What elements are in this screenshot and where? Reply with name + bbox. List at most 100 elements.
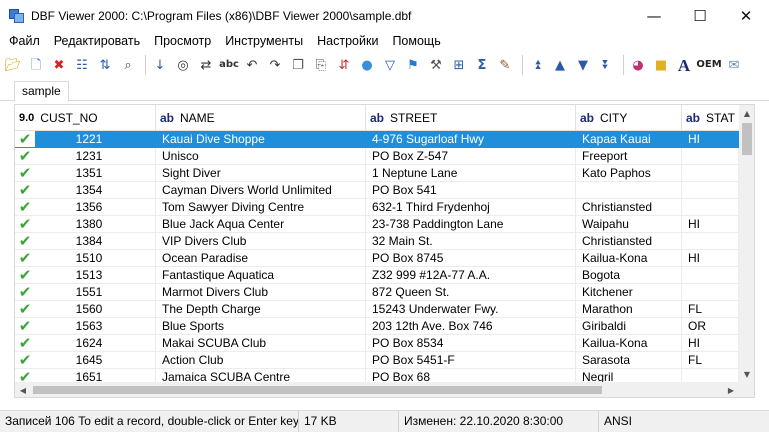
- cell-street[interactable]: 23-738 Paddington Lane: [366, 216, 576, 233]
- cell-street[interactable]: 872 Queen St.: [366, 284, 576, 301]
- menu-tools[interactable]: Инструменты: [218, 31, 310, 51]
- redo-icon[interactable]: ↷: [265, 54, 285, 76]
- cell-cust-no[interactable]: 1231: [35, 148, 156, 165]
- table-row[interactable]: ✔ 1563 Blue Sports 203 12th Ave. Box 746 Gir…: [15, 318, 739, 335]
- goto-icon[interactable]: ↓: [150, 54, 170, 76]
- cell-name[interactable]: Blue Jack Aqua Center: [156, 216, 366, 233]
- cell-city[interactable]: Kato Paphos: [576, 165, 682, 182]
- row-status-cell[interactable]: ✔: [15, 284, 35, 301]
- table-row[interactable]: ✔ 1354 Cayman Divers World Unlimited PO Box…: [15, 182, 739, 199]
- cell-cust-no[interactable]: 1384: [35, 233, 156, 250]
- structure-icon[interactable]: ☷: [72, 54, 92, 76]
- cell-city[interactable]: Kapaa Kauai: [576, 131, 682, 148]
- cell-city[interactable]: Freeport: [576, 148, 682, 165]
- cell-street[interactable]: PO Box 5451-F: [366, 352, 576, 369]
- table-row[interactable]: ✔ 1645 Action Club PO Box 5451-F Sarasota FL: [15, 352, 739, 369]
- table-row[interactable]: ✔ 1221 Kauai Dive Shoppe 4-976 Sugarloaf Hw…: [15, 131, 739, 148]
- menu-file[interactable]: Файл: [2, 31, 47, 51]
- cell-name[interactable]: Kauai Dive Shoppe: [156, 131, 366, 148]
- cell-state[interactable]: [682, 284, 739, 301]
- horizontal-scrollbar[interactable]: ◀ ▶: [15, 382, 739, 397]
- search-binoculars-icon[interactable]: ◎: [173, 54, 193, 76]
- cell-street[interactable]: 203 12th Ave. Box 746: [366, 318, 576, 335]
- cell-cust-no[interactable]: 1560: [35, 301, 156, 318]
- vertical-scrollbar[interactable]: ▲ ▼: [739, 105, 754, 382]
- highlight-icon[interactable]: ■: [651, 54, 671, 76]
- cell-name[interactable]: Fantastique Aquatica: [156, 267, 366, 284]
- cell-street[interactable]: 32 Main St.: [366, 233, 576, 250]
- cell-city[interactable]: Christiansted: [576, 199, 682, 216]
- row-status-cell[interactable]: ✔: [15, 318, 35, 335]
- cell-street[interactable]: 15243 Underwater Fwy.: [366, 301, 576, 318]
- cell-city[interactable]: Waipahu: [576, 216, 682, 233]
- table-row[interactable]: ✔ 1624 Makai SCUBA Club PO Box 8534 Kailua-K…: [15, 335, 739, 352]
- open-icon[interactable]: 📂︎: [3, 54, 23, 76]
- cell-state[interactable]: [682, 267, 739, 284]
- minimize-button[interactable]: —: [631, 0, 677, 31]
- cell-cust-no[interactable]: 1624: [35, 335, 156, 352]
- table-row[interactable]: ✔ 1380 Blue Jack Aqua Center 23-738 Padding…: [15, 216, 739, 233]
- cell-city[interactable]: Christiansted: [576, 233, 682, 250]
- row-status-cell[interactable]: ✔: [15, 131, 35, 148]
- scroll-right-icon[interactable]: ▶: [723, 382, 739, 397]
- cell-state[interactable]: [682, 182, 739, 199]
- cell-street[interactable]: PO Box 8745: [366, 250, 576, 267]
- copy-icon[interactable]: ❐: [288, 54, 308, 76]
- menu-help[interactable]: Помощь: [385, 31, 447, 51]
- column-header-state[interactable]: ab STAT: [682, 105, 739, 131]
- undo-icon[interactable]: ↶: [242, 54, 262, 76]
- row-status-cell[interactable]: ✔: [15, 199, 35, 216]
- cell-street[interactable]: PO Box Z-547: [366, 148, 576, 165]
- maximize-button[interactable]: ☐: [677, 0, 723, 31]
- table-row[interactable]: ✔ 1231 Unisco PO Box Z-547 Freeport: [15, 148, 739, 165]
- cell-state[interactable]: HI: [682, 335, 739, 352]
- cell-city[interactable]: Kitchener: [576, 284, 682, 301]
- cell-cust-no[interactable]: 1510: [35, 250, 156, 267]
- column-header-street[interactable]: ab STREET: [366, 105, 576, 131]
- column-header-cust-no[interactable]: 9.0 CUST_NO: [15, 105, 156, 131]
- cell-state[interactable]: HI: [682, 250, 739, 267]
- table-row[interactable]: ✔ 1356 Tom Sawyer Diving Centre 632-1 Third…: [15, 199, 739, 216]
- scroll-down-icon[interactable]: ▼: [739, 366, 754, 382]
- cell-name[interactable]: Tom Sawyer Diving Centre: [156, 199, 366, 216]
- menu-view[interactable]: Просмотр: [147, 31, 218, 51]
- cell-cust-no[interactable]: 1513: [35, 267, 156, 284]
- cell-cust-no[interactable]: 1221: [35, 131, 156, 148]
- next-record-icon[interactable]: ▼: [573, 54, 593, 76]
- cell-city[interactable]: [576, 182, 682, 199]
- row-status-cell[interactable]: ✔: [15, 148, 35, 165]
- paste-icon[interactable]: ⎘: [311, 54, 331, 76]
- scroll-left-icon[interactable]: ◀: [15, 382, 31, 397]
- cell-state[interactable]: [682, 233, 739, 250]
- cell-state[interactable]: [682, 165, 739, 182]
- cell-state[interactable]: FL: [682, 352, 739, 369]
- horizontal-scroll-thumb[interactable]: [33, 386, 602, 394]
- cell-name[interactable]: Unisco: [156, 148, 366, 165]
- row-status-cell[interactable]: ✔: [15, 182, 35, 199]
- cell-name[interactable]: The Depth Charge: [156, 301, 366, 318]
- cell-city[interactable]: Kailua-Kona: [576, 335, 682, 352]
- cell-cust-no[interactable]: 1551: [35, 284, 156, 301]
- filter-icon[interactable]: ▽: [380, 54, 400, 76]
- cell-cust-no[interactable]: 1563: [35, 318, 156, 335]
- row-status-cell[interactable]: ✔: [15, 352, 35, 369]
- brush-icon[interactable]: ✎: [495, 54, 515, 76]
- cell-state[interactable]: OR: [682, 318, 739, 335]
- cell-city[interactable]: Kailua-Kona: [576, 250, 682, 267]
- scroll-up-icon[interactable]: ▲: [739, 105, 754, 121]
- cell-state[interactable]: HI: [682, 216, 739, 233]
- menu-edit[interactable]: Редактировать: [47, 31, 147, 51]
- cell-street[interactable]: 1 Neptune Lane: [366, 165, 576, 182]
- cell-name[interactable]: VIP Divers Club: [156, 233, 366, 250]
- cell-name[interactable]: Blue Sports: [156, 318, 366, 335]
- sort-icon[interactable]: ⇅: [95, 54, 115, 76]
- table-row[interactable]: ✔ 1384 VIP Divers Club 32 Main St. Christian…: [15, 233, 739, 250]
- cell-name[interactable]: Cayman Divers World Unlimited: [156, 182, 366, 199]
- sort-az-icon[interactable]: ⇵: [334, 54, 354, 76]
- cell-cust-no[interactable]: 1356: [35, 199, 156, 216]
- close-button[interactable]: ✕: [723, 0, 769, 31]
- row-status-cell[interactable]: ✔: [15, 250, 35, 267]
- cell-name[interactable]: Marmot Divers Club: [156, 284, 366, 301]
- cell-state[interactable]: [682, 148, 739, 165]
- row-status-cell[interactable]: ✔: [15, 267, 35, 284]
